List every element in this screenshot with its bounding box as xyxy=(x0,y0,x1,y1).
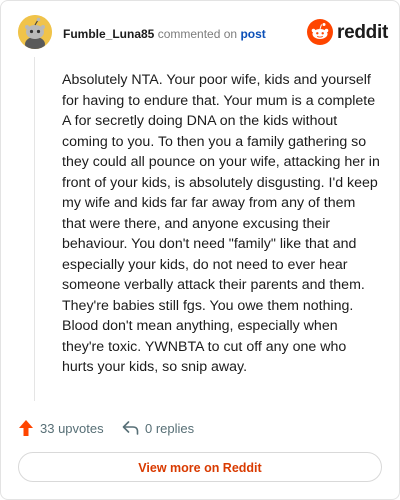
comment-body: Absolutely NTA. Your poor wife, kids and… xyxy=(62,72,380,375)
reddit-wordmark: reddit xyxy=(337,22,388,43)
upvote-count: 33 upvotes xyxy=(40,420,104,436)
commented-on-text: commented on xyxy=(157,27,238,41)
author-line: Fumble_Luna85 commented on post xyxy=(63,27,266,41)
reddit-logo[interactable]: reddit xyxy=(307,19,388,47)
snoo-avatar-icon xyxy=(18,15,52,49)
reddit-snoo-icon xyxy=(307,19,333,45)
author-name[interactable]: Fumble_Luna85 xyxy=(63,27,154,41)
user-avatar[interactable] xyxy=(18,15,52,49)
reply-count: 0 replies xyxy=(145,420,195,436)
thread-line xyxy=(34,57,35,401)
comment-embed-card: Fumble_Luna85 commented on post reddit A… xyxy=(0,0,400,500)
comment-header: Fumble_Luna85 commented on post reddit xyxy=(18,15,388,51)
upvote-arrow-icon xyxy=(19,420,33,436)
upvote-button[interactable]: 33 upvotes xyxy=(18,417,104,439)
reply-button[interactable]: 0 replies xyxy=(122,417,194,439)
post-link[interactable]: post xyxy=(240,27,265,41)
view-more-button[interactable]: View more on Reddit xyxy=(18,452,382,482)
reply-arrow-icon xyxy=(122,421,139,435)
comment-actions: 33 upvotes 0 replies xyxy=(18,417,318,439)
